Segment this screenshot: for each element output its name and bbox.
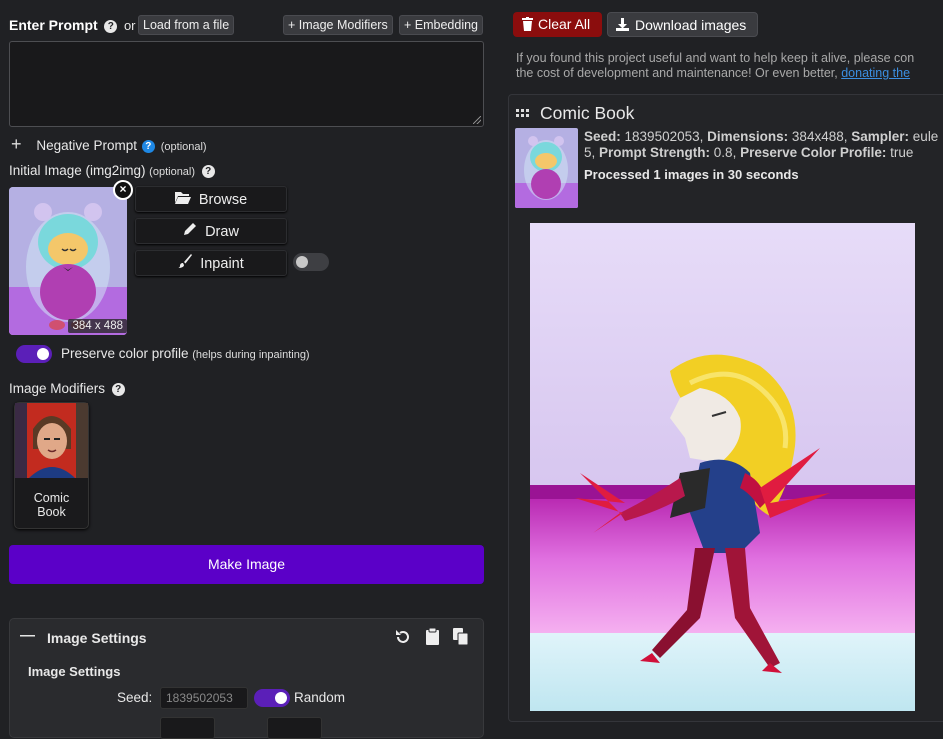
download-images-label: Download images [635,17,747,33]
preserve-meta-value: true [890,145,914,160]
notice-line2-text: the cost of development and maintenance!… [516,66,838,80]
toggle-knob [275,692,287,704]
clear-all-button[interactable]: Clear All [513,12,602,37]
image-modifiers-label: Image Modifiers [9,381,106,396]
toggle-knob [296,256,308,268]
modifier-card-line1: Comic [33,491,70,505]
random-seed-toggle[interactable] [254,689,290,707]
clear-all-label: Clear All [538,16,591,32]
resize-grip-icon[interactable] [473,116,481,124]
metadata-line2-start: 5, [584,145,596,160]
width-input[interactable] [160,717,215,739]
modifier-card-label: Comic Book [15,491,88,519]
source-thumbnail-picture [515,128,578,208]
result-panel: Comic Book Seed: 1839502053, Dimensions:… [508,94,943,722]
copy-icon[interactable] [453,628,469,648]
preserve-color-row: Preserve color profile (helps during inp… [61,346,310,361]
brush-icon [178,251,193,275]
preserve-color-hint: (helps during inpainting) [192,349,310,361]
dimensions-meta-label: Dimensions: [707,129,789,144]
dimensions-meta-value: 384x488, [791,129,848,144]
random-label: Random [294,690,346,705]
image-modifiers-button[interactable]: + Image Modifiers [283,15,393,35]
metadata-line1: Seed: 1839502053, Dimensions: 384x488, S… [584,129,943,145]
init-image-header: Initial Image (img2img) (optional) ? [9,163,215,179]
load-from-file-button[interactable]: Load from a file [138,15,235,35]
help-icon[interactable]: ? [104,20,118,34]
image-modifiers-header: Image Modifiers ? [9,381,125,397]
prompt-header: Enter Prompt ? or [9,17,136,34]
image-dimensions-badge: 384 x 488 [68,319,127,333]
strength-meta-value: 0.8, [713,145,737,160]
result-title: Comic Book [540,103,635,123]
make-image-button[interactable]: Make Image [9,545,484,584]
browse-label: Browse [198,192,248,208]
browse-button[interactable]: Browse [135,186,287,212]
seed-meta-value: 1839502053, [624,129,704,144]
height-input[interactable] [267,717,322,739]
modifier-card-line2: Book [37,505,66,519]
prompt-label: Enter Prompt [9,17,98,33]
generated-image[interactable] [530,223,915,711]
inpaint-label: Inpaint [200,256,244,272]
prompt-textarea[interactable] [9,41,484,127]
embedding-button[interactable]: + Embedding [399,15,484,35]
negative-prompt-toggle[interactable]: + Negative Prompt ? (optional) [11,134,207,155]
seed-meta-label: Seed: [584,129,621,144]
trash-icon [522,17,533,34]
preserve-color-toggle[interactable] [16,345,52,363]
modifier-card-comic-book[interactable]: Comic Book [14,402,89,529]
optional-label: (optional) [160,141,207,153]
init-image-preview[interactable]: 384 x 488 [9,187,127,335]
clipboard-icon[interactable] [426,627,439,648]
download-icon [616,18,629,34]
init-image-picture [9,187,127,335]
download-images-button[interactable]: Download images [607,12,758,37]
plus-icon: + [11,134,22,154]
image-settings-panel: — Image Settings Image Settings Seed: 18… [9,618,484,739]
result-metadata: Seed: 1839502053, Dimensions: 384x488, S… [584,129,943,183]
preserve-meta-label: Preserve Color Profile: [740,145,887,160]
draw-label: Draw [205,224,239,240]
reset-icon[interactable] [395,629,411,648]
pencil-icon [183,219,197,243]
notice-line1: If you found this project useful and wan… [516,51,915,65]
settings-subtitle: Image Settings [28,664,121,679]
sampler-meta-label: Sampler: [851,129,910,144]
or-text: or [123,18,136,33]
folder-open-icon [174,187,191,211]
close-icon[interactable]: × [113,180,133,200]
collapse-icon[interactable]: — [20,627,35,644]
inpaint-toggle[interactable] [293,253,329,271]
inpaint-button[interactable]: Inpaint [135,250,287,276]
help-icon[interactable]: ? [111,383,125,397]
seed-label: Seed: [117,690,153,705]
generated-image-picture [530,223,915,711]
preserve-color-label: Preserve color profile [61,346,189,361]
toggle-knob [37,348,49,360]
donation-notice: If you found this project useful and wan… [516,51,943,81]
negative-prompt-label: Negative Prompt [36,138,137,153]
help-icon[interactable]: ? [201,165,215,179]
processed-text: Processed 1 images in 30 seconds [584,167,799,182]
sampler-meta-value: eule [912,129,939,144]
grid-icon [516,109,529,117]
result-source-thumbnail[interactable] [515,128,578,208]
donate-link[interactable]: donating the [841,66,910,80]
help-icon[interactable]: ? [141,139,155,153]
notice-line2: the cost of development and maintenance!… [516,66,943,81]
strength-meta-label: Prompt Strength: [599,145,711,160]
optional-label: (optional) [149,166,196,178]
comic-book-preview [15,403,88,478]
metadata-line2: 5, Prompt Strength: 0.8, Preserve Color … [584,145,943,161]
draw-button[interactable]: Draw [135,218,287,244]
seed-input[interactable]: 1839502053 [160,687,248,709]
init-image-label: Initial Image (img2img) [9,163,146,178]
settings-title[interactable]: Image Settings [47,630,147,646]
